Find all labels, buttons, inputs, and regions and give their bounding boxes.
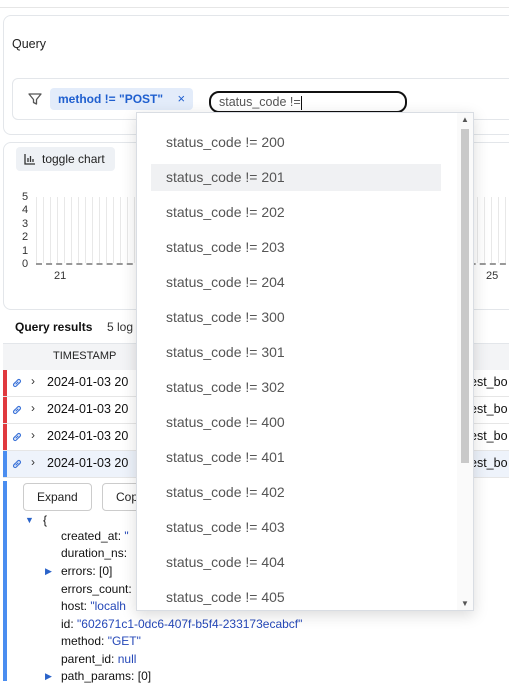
collapse-triangle-icon[interactable]: ▼ [25, 515, 34, 525]
autocomplete-dropdown: status_code != 200 status_code != 201 stat… [136, 112, 474, 611]
filter-chip-label: method != "POST" [58, 92, 164, 106]
link-icon[interactable] [11, 404, 23, 416]
row-status-flag [3, 397, 7, 423]
toggle-chart-button[interactable]: toggle chart [16, 147, 115, 171]
filter-chip[interactable]: method != "POST" × [50, 88, 194, 110]
top-divider [0, 7, 509, 8]
autocomplete-option[interactable]: status_code != 204 [151, 269, 441, 296]
json-line-errors-count: errors_count: [61, 582, 132, 596]
row-timestamp: 2024-01-03 20 [47, 402, 129, 416]
autocomplete-option[interactable]: status_code != 403 [151, 514, 441, 541]
y-tick-label: 4 [22, 204, 29, 217]
filter-input-value: status_code != [219, 95, 301, 109]
filter-input[interactable]: status_code != [209, 91, 407, 113]
chevron-right-icon[interactable]: › [31, 374, 35, 388]
json-line-parent-id: parent_id: null [61, 652, 137, 666]
json-line-duration: duration_ns: [61, 546, 128, 560]
dropdown-scrollbar[interactable]: ▲ ▼ [457, 113, 473, 610]
y-tick-label: 0 [22, 258, 29, 270]
toggle-chart-label: toggle chart [42, 152, 105, 166]
autocomplete-option[interactable]: status_code != 200 [151, 129, 441, 156]
row-timestamp: 2024-01-03 20 [47, 456, 129, 470]
chip-close-icon[interactable]: × [177, 88, 185, 110]
json-line-path-params: path_params: [0] [61, 669, 152, 683]
row-summary: est_bo [470, 402, 508, 416]
autocomplete-option[interactable]: status_code != 301 [151, 339, 441, 366]
autocomplete-option[interactable]: status_code != 402 [151, 479, 441, 506]
scroll-down-icon[interactable]: ▼ [461, 599, 469, 608]
json-line-id: id: "602671c1-0dc6-407f-b5f4-233173ecabc… [61, 617, 303, 631]
json-line-method: method: "GET" [61, 634, 141, 648]
x-tick-label: 25 [486, 270, 499, 282]
column-timestamp[interactable]: TIMESTAMP [53, 350, 116, 362]
link-icon[interactable] [11, 458, 23, 470]
y-tick-label: 3 [22, 217, 29, 230]
query-title: Query [12, 37, 47, 51]
row-summary: est_bo [470, 375, 508, 389]
expand-triangle-icon[interactable]: ▶ [45, 566, 52, 577]
row-summary: est_bo [470, 456, 508, 470]
json-line-created-at: created_at: " [61, 529, 129, 543]
autocomplete-option[interactable]: status_code != 302 [151, 374, 441, 401]
results-count: 5 log [107, 320, 134, 334]
autocomplete-option[interactable]: status_code != 201 [151, 164, 441, 191]
x-tick-label: 21 [54, 270, 67, 282]
row-status-flag [3, 451, 7, 477]
y-tick-label: 2 [22, 231, 29, 244]
row-status-flag [3, 424, 7, 450]
expand-triangle-icon[interactable]: ▶ [45, 671, 52, 682]
chevron-right-icon[interactable]: › [31, 401, 35, 415]
autocomplete-option[interactable]: status_code != 404 [151, 549, 441, 576]
chart-icon [24, 153, 35, 165]
autocomplete-option[interactable]: status_code != 405 [151, 584, 441, 610]
row-timestamp: 2024-01-03 20 [47, 375, 129, 389]
row-summary: est_bo [470, 429, 508, 443]
results-title: Query results [15, 320, 93, 334]
autocomplete-option[interactable]: status_code != 401 [151, 444, 441, 471]
json-open-brace: { [43, 513, 48, 527]
row-status-flag [3, 370, 7, 396]
json-line-errors: errors: [0] [61, 564, 113, 578]
autocomplete-option[interactable]: status_code != 400 [151, 409, 441, 436]
autocomplete-option[interactable]: status_code != 300 [151, 304, 441, 331]
chevron-right-icon[interactable]: › [31, 428, 35, 442]
autocomplete-option[interactable]: status_code != 202 [151, 199, 441, 226]
chevron-right-icon[interactable]: › [31, 455, 35, 469]
y-tick-label: 5 [22, 191, 29, 203]
autocomplete-option[interactable]: status_code != 203 [151, 234, 441, 261]
row-timestamp: 2024-01-03 20 [47, 429, 129, 443]
link-icon[interactable] [11, 431, 23, 443]
text-caret [300, 95, 302, 110]
json-line-host: host: "localh [61, 599, 126, 613]
scroll-up-icon[interactable]: ▲ [461, 115, 469, 124]
link-icon[interactable] [11, 377, 23, 389]
expand-button[interactable]: Expand [23, 483, 92, 511]
scrollbar-thumb[interactable] [461, 129, 469, 463]
filter-icon[interactable] [27, 91, 43, 107]
y-tick-label: 1 [22, 244, 29, 257]
